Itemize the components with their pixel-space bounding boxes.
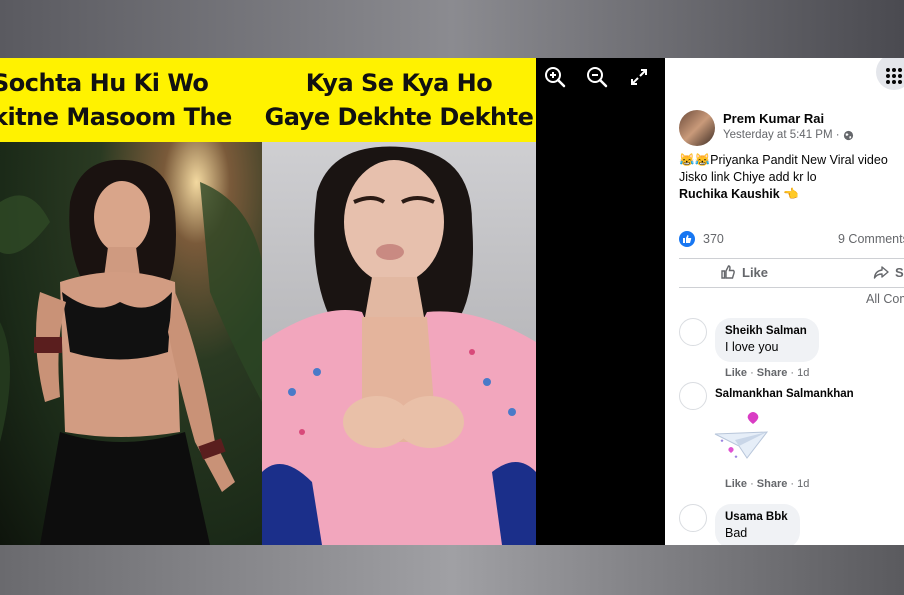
author-name[interactable]: Prem Kumar Rai: [723, 110, 854, 127]
comment-share-link[interactable]: Share: [757, 367, 788, 379]
background-top: [0, 0, 904, 58]
like-button[interactable]: Like: [720, 264, 768, 280]
caption-right-line-2: Gaye Dekhte Dekhte: [264, 103, 534, 131]
commenter-name[interactable]: Usama Bbk: [725, 510, 788, 525]
share-button[interactable]: Share: [873, 264, 904, 280]
comment-actions: Like · Share · 1d: [725, 478, 810, 490]
commenter-avatar[interactable]: [679, 382, 707, 410]
post-time-text: Yesterday at 5:41 PM ·: [723, 129, 840, 141]
post-author: Prem Kumar Rai Yesterday at 5:41 PM ·: [679, 110, 854, 146]
commenter-name[interactable]: Salmankhan Salmankhan: [715, 388, 854, 400]
zoom-in-icon[interactable]: [542, 64, 568, 90]
tagged-user-link[interactable]: Ruchika Kaushik: [679, 187, 780, 201]
caption-right: Kya Se Kya Ho Gaye Dekhte Dekhte: [262, 58, 536, 142]
post-text: 😹😹Priyanka Pandit New Viral video Jisko …: [679, 152, 888, 203]
commenter-avatar[interactable]: [679, 504, 707, 532]
like-outline-icon: [721, 265, 735, 279]
caption-right-line-1: Kya Se Kya Ho: [305, 69, 493, 97]
author-avatar[interactable]: [679, 110, 715, 146]
all-comments-filter[interactable]: All Comments: [866, 292, 904, 306]
comment-share-link[interactable]: Share: [757, 478, 788, 490]
comment-text: Bad: [725, 526, 748, 540]
like-reaction-icon[interactable]: [679, 231, 695, 247]
pointing-emoji: 👈: [783, 187, 799, 201]
post-text-line-1: 😹😹Priyanka Pandit New Viral video: [679, 153, 888, 167]
post-text-line-2: Jisko link Chiye add kr lo: [679, 170, 817, 184]
grid-icon: [886, 68, 902, 84]
photo[interactable]: Sochta Hu Ki Wo kitne Masoom The Kya Se …: [0, 58, 536, 545]
comment-age[interactable]: 1d: [797, 367, 809, 379]
comment-bubble: Sheikh Salman I love you: [715, 318, 819, 362]
photo-left-panel: [0, 142, 262, 545]
comment: Salmankhan Salmankhan Like · Share · 1d: [679, 382, 854, 491]
caption-left: Sochta Hu Ki Wo kitne Masoom The: [0, 58, 262, 142]
reaction-count[interactable]: 370: [703, 232, 724, 246]
comment-like-link[interactable]: Like: [725, 478, 747, 490]
share-arrow-icon: [873, 266, 889, 279]
thumbs-up-icon: [683, 235, 692, 243]
post-side-panel: Prem Kumar Rai Yesterday at 5:41 PM · 😹😹…: [665, 58, 904, 545]
comment: Usama Bbk Bad: [679, 504, 800, 545]
comment-count[interactable]: 9 Comments: [838, 232, 904, 246]
comment-age[interactable]: 1d: [797, 478, 809, 490]
divider: [679, 258, 904, 259]
comment-text: I love you: [725, 340, 779, 354]
heart-paper-plane-sticker: [714, 412, 769, 459]
divider: [679, 287, 904, 288]
commenter-avatar[interactable]: [679, 318, 707, 346]
share-label: Share: [895, 264, 904, 280]
background-bottom: [0, 545, 904, 595]
like-label: Like: [742, 264, 769, 280]
comment-like-link[interactable]: Like: [725, 367, 747, 379]
viewer-toolbar: [536, 58, 665, 98]
globe-icon: [843, 130, 853, 140]
zoom-out-icon[interactable]: [584, 64, 610, 90]
comment: Sheikh Salman I love you Like · Share · …: [679, 318, 819, 380]
reactions-row: 370 9 Comments: [679, 231, 904, 247]
photo-viewer: Sochta Hu Ki Wo kitne Masoom The Kya Se …: [0, 58, 665, 545]
caption-left-line-2: kitne Masoom The: [0, 103, 232, 131]
commenter-name[interactable]: Sheikh Salman: [725, 324, 807, 339]
right-figure-silhouette: [262, 146, 536, 545]
fullscreen-icon[interactable]: [626, 64, 652, 90]
post-timestamp[interactable]: Yesterday at 5:41 PM ·: [723, 127, 854, 143]
comment-actions: Like · Share · 1d: [725, 367, 810, 379]
comment-bubble: Usama Bbk Bad: [715, 504, 800, 545]
menu-grid-button[interactable]: [876, 58, 904, 90]
left-figure-silhouette: [0, 159, 262, 545]
caption-left-line-1: Sochta Hu Ki Wo: [0, 69, 209, 97]
photo-right-panel: [262, 142, 536, 545]
